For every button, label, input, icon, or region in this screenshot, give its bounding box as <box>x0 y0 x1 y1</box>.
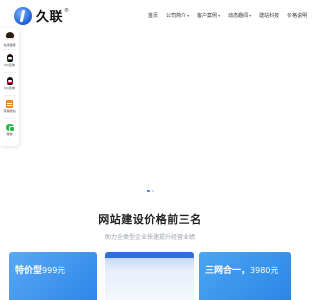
nav-item-label: 价格说明 <box>287 13 308 19</box>
banner-dot[interactable] <box>147 190 150 192</box>
divider <box>3 72 16 73</box>
sidebar-item-label: 微信 <box>6 132 13 136</box>
nav-item-tech[interactable]: 建站科技 <box>259 12 279 19</box>
sidebar-item-label: QQ咨询 <box>4 63 15 67</box>
registered-mark: ® <box>64 8 70 14</box>
main-nav: 首页 公司简介 ▾ 客户案例 ▾ 动态趣闻 ▾ 建站科技 价格说明 <box>148 12 315 19</box>
brand-logo-icon <box>14 6 32 25</box>
sidebar-item-qq-2[interactable]: QQ咨询 <box>0 77 19 90</box>
nav-item-home[interactable]: 首页 <box>148 12 158 19</box>
sidebar-item-qq-1[interactable]: QQ咨询 <box>0 54 19 67</box>
divider <box>3 49 16 50</box>
page: 久联 ® 首页 公司简介 ▾ 客户案例 ▾ 动态趣闻 ▾ 建站科技 价格说明 在… <box>0 0 307 300</box>
pricing-card-special[interactable]: 特价型999元 <box>9 252 97 300</box>
floating-contact-toolbar: 在线客服 QQ咨询 QQ咨询 营销建站 微信 <box>0 28 19 146</box>
nav-item-label: 动态趣闻 <box>228 13 249 19</box>
nav-item-label: 公司简介 <box>166 13 187 19</box>
section-subtitle: 助力全类型企业快速提升经营业绩 <box>104 234 195 241</box>
sidebar-item-label: QQ咨询 <box>4 86 15 90</box>
build-icon <box>6 100 13 108</box>
pricing-card-middle[interactable] <box>105 252 194 300</box>
nav-item-company[interactable]: 公司简介 ▾ <box>166 12 189 19</box>
pricing-card-name: 特价型 <box>15 266 43 276</box>
nav-item-pricing[interactable]: 价格说明 <box>287 12 307 19</box>
card-header-gradient <box>105 258 194 270</box>
section-title: 网站建设价格前三名 <box>98 213 202 226</box>
sidebar-item-label: 营销建站 <box>3 109 16 113</box>
agent-avatar-icon <box>4 32 15 42</box>
chevron-down-icon: ▾ <box>249 13 252 18</box>
brand-name: 久联 <box>36 10 64 25</box>
banner-pagination <box>147 190 154 192</box>
nav-item-label: 首页 <box>148 13 159 19</box>
nav-item-cases[interactable]: 客户案例 ▾ <box>197 12 220 19</box>
qq-icon <box>6 77 13 85</box>
divider <box>3 118 16 119</box>
top-header: 久联 ® 首页 公司简介 ▾ 客户案例 ▾ 动态趣闻 ▾ 建站科技 价格说明 <box>0 0 307 32</box>
sidebar-item-online-service[interactable]: 在线客服 <box>0 32 19 47</box>
chevron-down-icon: ▾ <box>187 13 190 18</box>
brand-logo[interactable]: 久联 ® <box>14 6 69 25</box>
nav-item-label: 建站科技 <box>259 13 280 19</box>
pricing-card-three-in-one[interactable]: 三网合一，3980元 <box>199 252 291 300</box>
pricing-card-price: 999元 <box>42 266 66 275</box>
pricing-card-title: 三网合一，3980元 <box>205 263 278 276</box>
wechat-icon <box>5 124 15 132</box>
nav-item-label: 客户案例 <box>197 13 218 19</box>
pricing-card-title: 特价型999元 <box>15 263 65 276</box>
nav-item-news[interactable]: 动态趣闻 ▾ <box>228 12 251 19</box>
qq-icon <box>6 54 13 62</box>
sidebar-item-label: 在线客服 <box>3 43 16 47</box>
sidebar-item-build[interactable]: 营销建站 <box>0 100 19 113</box>
pricing-card-name: 三网合一， <box>205 266 251 276</box>
pricing-card-price: 3980元 <box>250 266 279 275</box>
chevron-down-icon: ▾ <box>218 13 221 18</box>
banner-dot[interactable] <box>152 190 154 192</box>
sidebar-item-wechat[interactable]: 微信 <box>0 124 19 136</box>
divider <box>3 95 16 96</box>
